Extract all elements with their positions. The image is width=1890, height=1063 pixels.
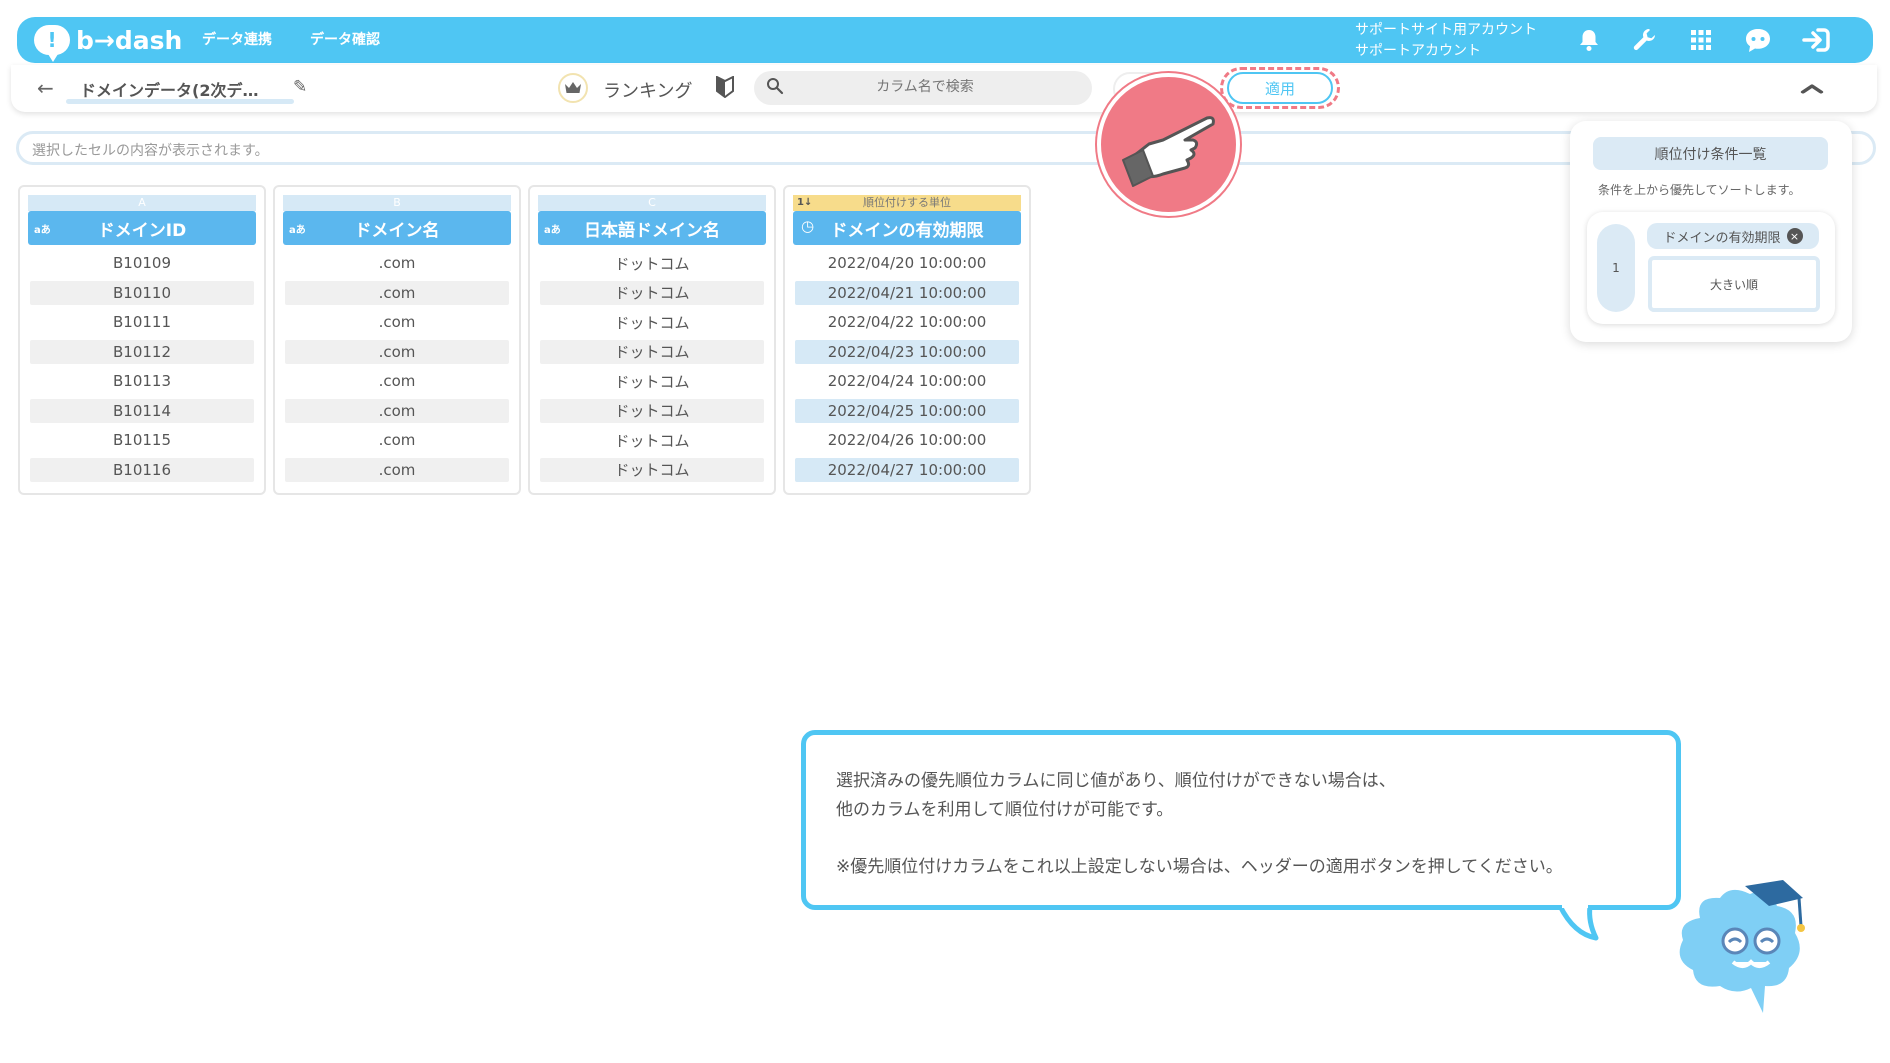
wrench-icon[interactable] <box>1628 23 1662 57</box>
logo-bubble-icon: ! <box>34 25 70 62</box>
table-cell[interactable]: ドットコム <box>540 369 764 393</box>
column-letter: A <box>28 195 256 211</box>
pointing-hand-icon <box>1097 73 1240 216</box>
table-cell[interactable]: .com <box>285 398 509 423</box>
table-cell[interactable]: .com <box>285 251 509 275</box>
mode-label-ranking: ランキング <box>603 81 693 102</box>
column-header[interactable]: aあ ドメイン名 <box>283 211 511 245</box>
back-arrow-icon[interactable]: ← <box>37 76 54 100</box>
column-header-label: 日本語ドメイン名 <box>584 220 720 241</box>
table-cell[interactable]: B10116 <box>30 457 254 482</box>
table-cell[interactable]: .com <box>285 280 509 305</box>
table-cell[interactable]: .com <box>285 457 509 482</box>
ranking-panel-title: 順位付け条件一覧 <box>1593 137 1828 170</box>
account-info[interactable]: サポートサイト用アカウント サポートアカウント <box>1355 20 1537 62</box>
table-cell[interactable]: .com <box>285 428 509 452</box>
table-cell[interactable]: .com <box>285 310 509 334</box>
chevron-up-icon[interactable] <box>1800 75 1824 100</box>
table-cell[interactable]: B10114 <box>30 398 254 423</box>
account-user-name: サポートアカウント <box>1355 43 1481 59</box>
table-cell[interactable]: .com <box>285 369 509 393</box>
rank-unit-label: 順位付けする単位 <box>863 196 951 209</box>
crown-icon <box>558 73 588 103</box>
table-cell[interactable]: ドットコム <box>540 310 764 334</box>
cell-preview-placeholder: 選択したセルの内容が表示されます。 <box>32 143 269 159</box>
bdash-logo[interactable]: ! b→dash <box>34 22 183 62</box>
apps-grid-icon[interactable] <box>1684 23 1718 57</box>
text-type-icon: aあ <box>34 225 51 236</box>
table-cell[interactable]: 2022/04/25 10:00:00 <box>795 398 1019 423</box>
table-cell[interactable]: .com <box>285 339 509 364</box>
column-header[interactable]: aあ ドメインID <box>28 211 256 245</box>
column-letter: B <box>283 195 511 211</box>
brain-mascot-icon <box>1679 880 1805 1013</box>
condition-sort-order[interactable]: 大きい順 <box>1648 256 1820 312</box>
column-header[interactable]: ◷ ドメインの有効期限 <box>793 211 1021 245</box>
column-c[interactable]: C aあ 日本語ドメイン名 ドットコム ドットコム ドットコム ドットコム ドッ… <box>528 185 776 495</box>
logo-text: b→dash <box>76 25 183 55</box>
sort-priority-badge: 1↓ <box>797 197 813 208</box>
nav-data-integration[interactable]: データ連携 <box>202 29 272 49</box>
column-letter: C <box>538 195 766 211</box>
table-cell[interactable]: ドットコム <box>540 428 764 452</box>
tooltip-tail <box>1557 904 1599 941</box>
table-cell[interactable]: B10112 <box>30 339 254 364</box>
table-cell[interactable]: B10113 <box>30 369 254 393</box>
beginner-mark-icon[interactable] <box>716 75 734 103</box>
table-cell[interactable]: 2022/04/21 10:00:00 <box>795 280 1019 305</box>
text-type-icon: aあ <box>289 225 306 236</box>
apply-button[interactable]: 適用 <box>1227 72 1333 104</box>
table-cell[interactable]: 2022/04/23 10:00:00 <box>795 339 1019 364</box>
column-header-label: ドメインID <box>97 220 187 241</box>
tooltip-text-line: 他のカラムを利用して順位付けが可能です。 <box>836 800 1174 820</box>
table-cell[interactable]: ドットコム <box>540 339 764 364</box>
condition-priority-number[interactable]: 1 <box>1597 224 1635 312</box>
table-cell[interactable]: 2022/04/24 10:00:00 <box>795 369 1019 393</box>
edit-pencil-icon[interactable]: ✎ <box>293 77 307 97</box>
table-cell[interactable]: B10111 <box>30 310 254 334</box>
account-site-name: サポートサイト用アカウント <box>1355 22 1537 38</box>
column-a[interactable]: A aあ ドメインID B10109 B10110 B10111 B10112 … <box>18 185 266 495</box>
column-b[interactable]: B aあ ドメイン名 .com .com .com .com .com .com… <box>273 185 521 495</box>
column-search-input[interactable] <box>800 79 1050 95</box>
table-cell[interactable]: B10109 <box>30 251 254 275</box>
table-cell[interactable]: ドットコム <box>540 457 764 482</box>
table-cell[interactable]: 2022/04/20 10:00:00 <box>795 251 1019 275</box>
tooltip-text-line: ※優先順位付けカラムをこれ以上設定しない場合は、ヘッダーの適用ボタンを押してくだ… <box>836 857 1563 877</box>
table-cell[interactable]: 2022/04/26 10:00:00 <box>795 428 1019 452</box>
text-type-icon: aあ <box>544 225 561 236</box>
clock-type-icon: ◷ <box>801 217 815 235</box>
nav-data-check[interactable]: データ確認 <box>310 29 380 49</box>
bell-icon[interactable] <box>1572 23 1606 57</box>
help-tooltip-balloon <box>801 730 1681 910</box>
logout-icon[interactable] <box>1799 23 1833 57</box>
table-cell[interactable]: ドットコム <box>540 280 764 305</box>
column-header[interactable]: aあ 日本語ドメイン名 <box>538 211 766 245</box>
tooltip-text-line: 選択済みの優先順位カラムに同じ値があり、順位付けができない場合は、 <box>836 771 1396 791</box>
column-d-rank-unit[interactable]: 1↓ 順位付けする単位 ◷ ドメインの有効期限 2022/04/20 10:00… <box>783 185 1031 495</box>
close-icon[interactable]: × <box>1786 228 1803 244</box>
table-cell[interactable]: ドットコム <box>540 398 764 423</box>
column-header-label: ドメイン名 <box>354 220 440 241</box>
table-cell[interactable]: 2022/04/22 10:00:00 <box>795 310 1019 334</box>
ranking-panel-description: 条件を上から優先してソートします。 <box>1598 183 1801 197</box>
search-icon <box>766 77 784 100</box>
chat-mascot-icon[interactable] <box>1741 23 1775 57</box>
table-cell[interactable]: 2022/04/27 10:00:00 <box>795 457 1019 482</box>
title-underline <box>66 99 294 104</box>
table-cell[interactable]: ドットコム <box>540 251 764 275</box>
condition-column-label: ドメインの有効期限 <box>1663 230 1781 246</box>
dataset-title[interactable]: ドメインデータ(2次デ… <box>80 77 258 101</box>
rank-unit-banner: 1↓ 順位付けする単位 <box>793 195 1021 211</box>
table-cell[interactable]: B10110 <box>30 280 254 305</box>
table-cell[interactable]: B10115 <box>30 428 254 452</box>
column-header-label: ドメインの有効期限 <box>830 220 984 241</box>
condition-column-chip[interactable]: ドメインの有効期限 × <box>1647 223 1819 249</box>
